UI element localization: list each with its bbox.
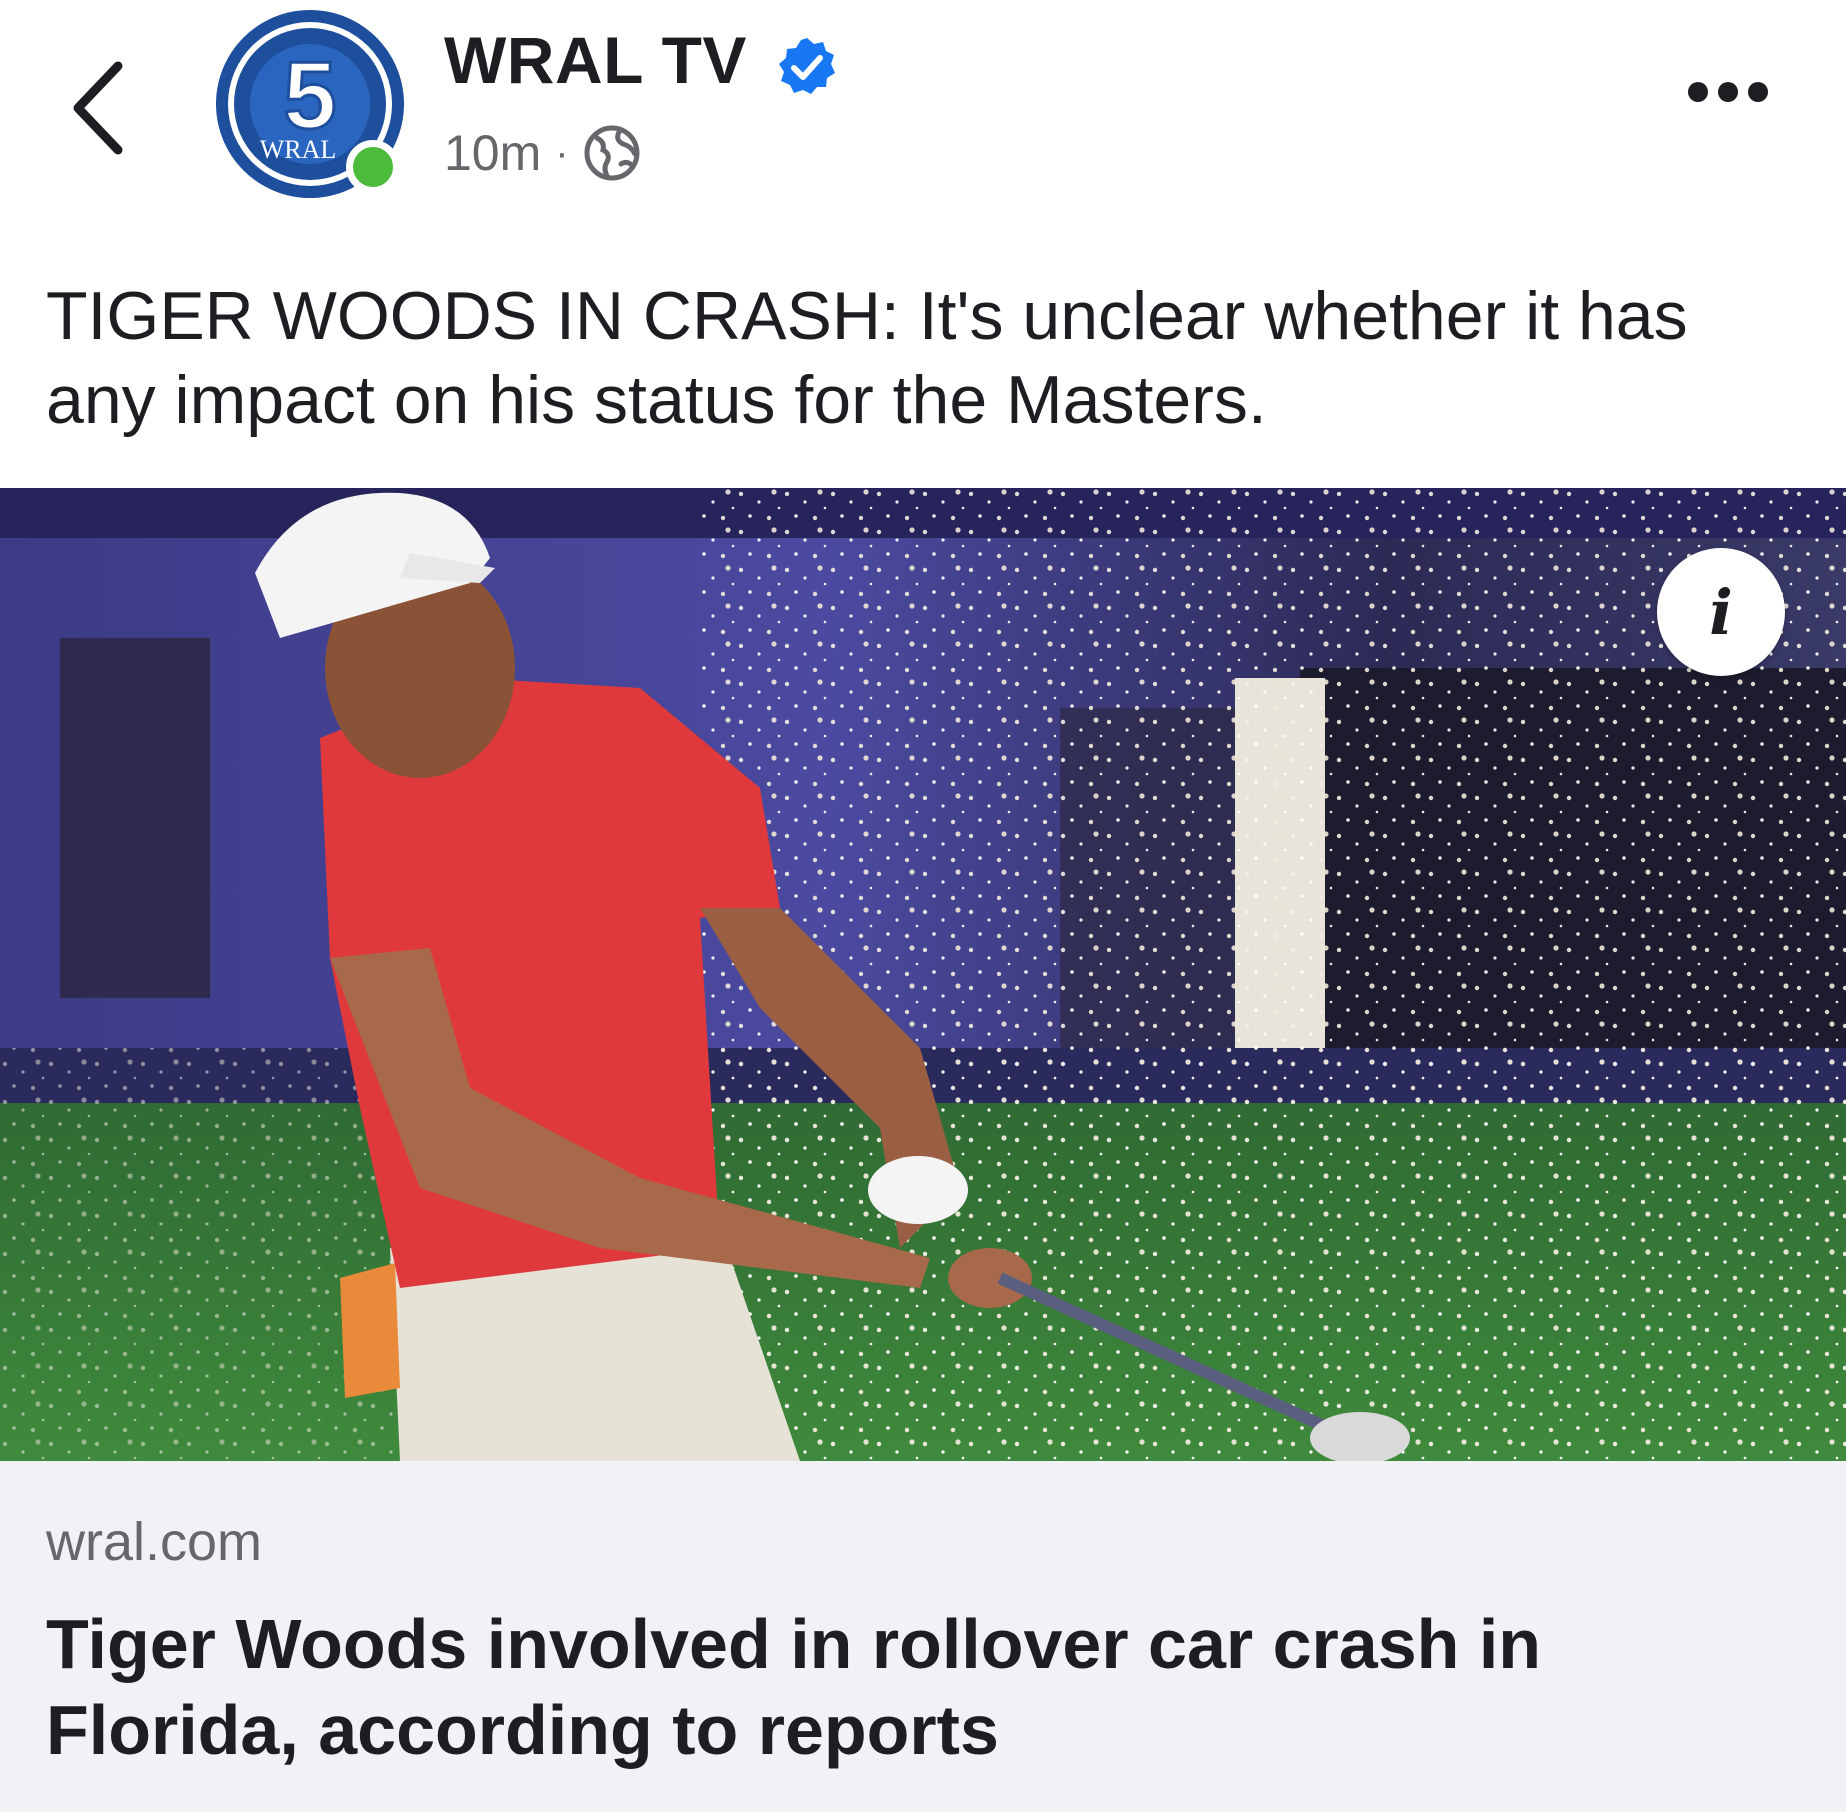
page-name[interactable]: WRAL TV xyxy=(444,22,747,98)
golfer-photo xyxy=(0,488,1846,1461)
info-icon: i xyxy=(1709,575,1733,649)
avatar-wordmark: WRAL xyxy=(260,135,337,164)
verified-badge-icon xyxy=(779,38,835,94)
back-chevron-icon[interactable] xyxy=(66,58,136,158)
post-header: 5 WRAL WRAL TV 10m · xyxy=(0,0,1846,230)
link-preview-card[interactable]: wral.com Tiger Woods involved in rollove… xyxy=(0,1461,1846,1812)
more-options-icon[interactable] xyxy=(1688,82,1788,126)
info-button[interactable]: i xyxy=(1657,548,1785,676)
link-title[interactable]: Tiger Woods involved in rollover car cra… xyxy=(46,1601,1746,1773)
post-timestamp[interactable]: 10m xyxy=(444,124,541,182)
post-photo[interactable] xyxy=(0,488,1846,1461)
post-meta: 10m · xyxy=(444,118,641,188)
avatar-number: 5 xyxy=(283,42,336,149)
link-domain: wral.com xyxy=(46,1512,263,1572)
online-status-dot xyxy=(346,140,400,194)
globe-icon xyxy=(584,125,640,181)
meta-separator: · xyxy=(555,130,569,175)
post-caption: TIGER WOODS IN CRASH: It's unclear wheth… xyxy=(46,278,1688,438)
